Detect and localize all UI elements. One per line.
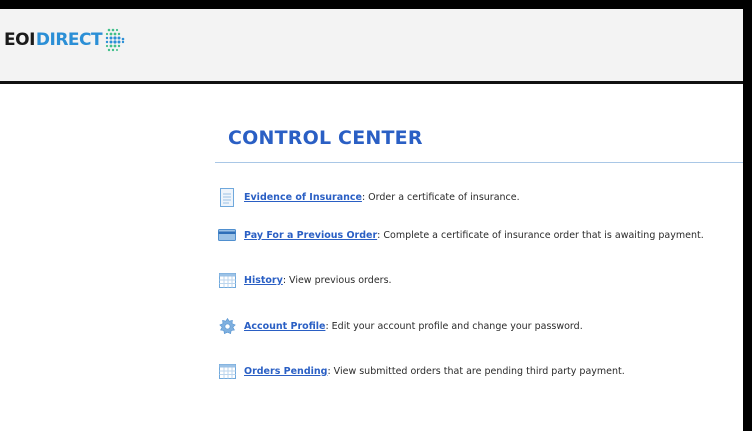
history-description: : View previous orders. [282, 274, 392, 286]
control-center-panel: CONTROL CENTER Evidence of Insurance: Or… [215, 127, 743, 379]
menu-item-text: Pay For a Previous Order: Complete a cer… [244, 230, 704, 241]
title-divider [215, 162, 743, 163]
history-link[interactable]: History [244, 275, 283, 286]
evidence-of-insurance-link[interactable]: Evidence of Insurance [244, 192, 362, 203]
pay-previous-order-link[interactable]: Pay For a Previous Order [244, 230, 377, 241]
page-title: CONTROL CENTER [228, 127, 423, 149]
menu-item-text: Orders Pending: View submitted orders th… [244, 366, 625, 377]
logo-dots-icon [105, 28, 125, 52]
eoi-direct-logo[interactable]: EOI DIRECT [4, 27, 127, 53]
calendar-icon [218, 361, 236, 381]
orders-pending-description: : View submitted orders that are pending… [327, 365, 625, 377]
document-icon [218, 187, 236, 207]
menu-item-text: History: View previous orders. [244, 275, 392, 286]
menu-item-text: Evidence of Insurance: Order a certifica… [244, 192, 520, 203]
menu-item-orders-pending: Orders Pending: View submitted orders th… [218, 361, 625, 381]
evidence-of-insurance-description: : Order a certificate of insurance. [361, 191, 520, 203]
menu-item-history: History: View previous orders. [218, 270, 392, 290]
gear-icon [218, 316, 236, 336]
orders-pending-link[interactable]: Orders Pending [244, 366, 327, 377]
site-header: EOI DIRECT [0, 9, 743, 84]
app-window: EOI DIRECT CONTROL CENTER Evidence of In… [0, 9, 743, 431]
menu-item-evidence-of-insurance: Evidence of Insurance: Order a certifica… [218, 187, 520, 207]
pay-previous-order-description: : Complete a certificate of insurance or… [377, 229, 704, 241]
calendar-icon [218, 270, 236, 290]
logo-text-direct: DIRECT [35, 30, 103, 50]
menu-item-text: Account Profile: Edit your account profi… [244, 321, 583, 332]
credit-card-icon [218, 225, 236, 245]
menu-item-account-profile: Account Profile: Edit your account profi… [218, 316, 583, 336]
logo-text-eoi: EOI [4, 30, 35, 50]
menu-item-pay-previous-order: Pay For a Previous Order: Complete a cer… [218, 225, 704, 245]
account-profile-link[interactable]: Account Profile [244, 321, 325, 332]
account-profile-description: : Edit your account profile and change y… [325, 320, 583, 332]
